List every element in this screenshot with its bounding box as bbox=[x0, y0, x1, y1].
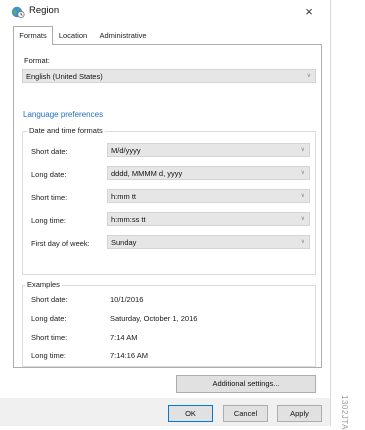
short-time-label: Short time: bbox=[31, 193, 68, 202]
figure-code: 1302JTA bbox=[340, 395, 349, 430]
chevron-down-icon: ∨ bbox=[300, 193, 305, 199]
region-dialog: Region × Formats Location Administrative… bbox=[0, 0, 330, 426]
example-long-date-label: Long date: bbox=[31, 314, 67, 323]
example-short-date-label: Short date: bbox=[31, 295, 68, 304]
example-short-date-value: 10/1/2016 bbox=[110, 295, 144, 304]
short-date-value: M/d/yyyy bbox=[111, 146, 141, 155]
window-title: Region bbox=[29, 5, 60, 16]
long-date-label: Long date: bbox=[31, 170, 67, 179]
short-date-label: Short date: bbox=[31, 147, 68, 156]
window-edge bbox=[330, 0, 331, 426]
ok-button[interactable]: OK bbox=[168, 405, 213, 422]
example-short-time-label: Short time: bbox=[31, 333, 68, 342]
chevron-down-icon: ∨ bbox=[306, 73, 311, 79]
example-long-time-value: 7:14:16 AM bbox=[110, 351, 148, 360]
example-long-time-label: Long time: bbox=[31, 351, 67, 360]
tab-administrative[interactable]: Administrative bbox=[95, 27, 151, 44]
chevron-down-icon: ∨ bbox=[300, 147, 305, 153]
chevron-down-icon: ∨ bbox=[300, 170, 305, 176]
long-time-dropdown[interactable]: h:mm:ss tt ∨ bbox=[107, 212, 310, 226]
format-dropdown[interactable]: English (United States) ∨ bbox=[22, 69, 316, 83]
title-bar: Region × bbox=[0, 0, 330, 24]
short-time-value: h:mm tt bbox=[111, 192, 137, 201]
long-time-value: h:mm:ss tt bbox=[111, 215, 146, 224]
example-long-date-value: Saturday, October 1, 2016 bbox=[110, 314, 198, 323]
example-short-time-value: 7:14 AM bbox=[110, 333, 138, 342]
tab-formats[interactable]: Formats bbox=[13, 26, 53, 45]
short-time-dropdown[interactable]: h:mm tt ∨ bbox=[107, 189, 310, 203]
examples-title: Examples bbox=[25, 280, 62, 289]
apply-button[interactable]: Apply bbox=[277, 405, 322, 422]
first-day-of-week-value: Sunday bbox=[111, 238, 137, 247]
first-day-of-week-dropdown[interactable]: Sunday ∨ bbox=[107, 235, 310, 249]
additional-settings-button[interactable]: Additional settings... bbox=[176, 375, 316, 393]
long-time-label: Long time: bbox=[31, 216, 67, 225]
long-date-value: dddd, MMMM d, yyyy bbox=[111, 169, 183, 178]
format-label: Format: bbox=[24, 56, 50, 65]
cancel-button[interactable]: Cancel bbox=[223, 405, 268, 422]
close-icon[interactable]: × bbox=[300, 3, 318, 21]
tab-location[interactable]: Location bbox=[53, 27, 93, 44]
first-day-of-week-label: First day of week: bbox=[31, 239, 90, 248]
long-date-dropdown[interactable]: dddd, MMMM d, yyyy ∨ bbox=[107, 166, 310, 180]
language-preferences-link[interactable]: Language preferences bbox=[23, 110, 103, 119]
globe-clock-icon bbox=[11, 6, 25, 19]
short-date-dropdown[interactable]: M/d/yyyy ∨ bbox=[107, 143, 310, 157]
chevron-down-icon: ∨ bbox=[300, 239, 305, 245]
date-time-formats-title: Date and time formats bbox=[27, 126, 105, 135]
format-value: English (United States) bbox=[26, 72, 103, 81]
chevron-down-icon: ∨ bbox=[300, 216, 305, 222]
